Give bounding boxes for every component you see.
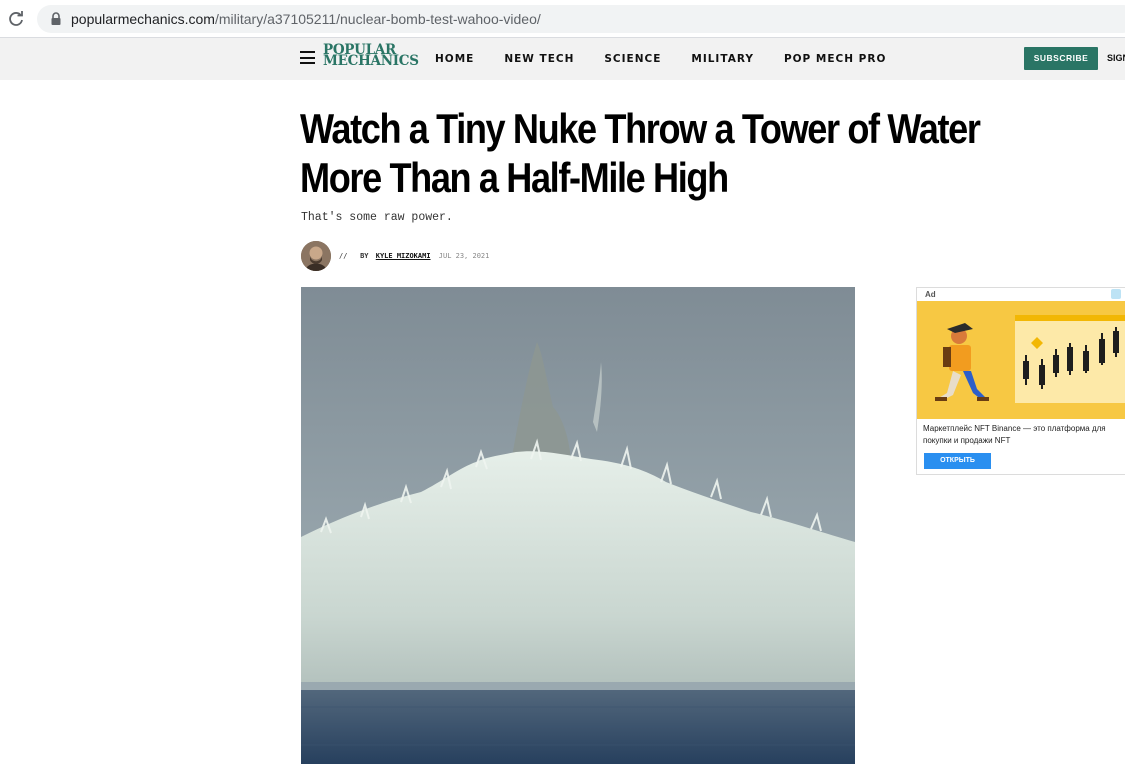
nav-pop-mech-pro[interactable]: POP MECH PRO: [784, 53, 886, 65]
byline: // BY KYLE MIZOKAMI JUL 23, 2021: [339, 252, 489, 260]
omnibox[interactable]: popularmechanics.com/military/a37105211/…: [37, 5, 1125, 33]
site-header: POPULAR MECHANICS HOME NEW TECH SCIENCE …: [0, 38, 1125, 80]
author-avatar[interactable]: [301, 241, 331, 271]
sign-in-link[interactable]: SIGN: [1107, 53, 1125, 63]
ad-banner[interactable]: Ad Маркетплейс NFT Binance — это платфор…: [916, 287, 1125, 475]
nav-home[interactable]: HOME: [435, 53, 474, 65]
author-link[interactable]: KYLE MIZOKAMI: [376, 252, 431, 260]
main-nav: HOME NEW TECH SCIENCE MILITARY POP MECH …: [435, 53, 916, 65]
logo-line-2: MECHANICS: [323, 53, 419, 69]
browser-address-bar: popularmechanics.com/military/a37105211/…: [0, 0, 1125, 38]
url-host: popularmechanics.com: [71, 11, 215, 27]
site-logo[interactable]: POPULAR MECHANICS: [323, 43, 419, 69]
nav-military[interactable]: MILITARY: [691, 53, 754, 65]
ad-choices-icon[interactable]: [1111, 289, 1121, 299]
byline-by: BY: [360, 252, 369, 260]
publish-date: JUL 23, 2021: [438, 252, 490, 260]
url-text[interactable]: popularmechanics.com/military/a37105211/…: [71, 11, 541, 27]
article-dek: That's some raw power.: [301, 211, 453, 224]
nav-science[interactable]: SCIENCE: [604, 53, 661, 65]
subscribe-button[interactable]: SUBSCRIBE: [1024, 47, 1098, 70]
hero-image[interactable]: [301, 287, 855, 764]
lock-icon[interactable]: [50, 12, 62, 26]
ad-illustration: [917, 301, 1125, 419]
reload-icon[interactable]: [6, 9, 26, 29]
hamburger-icon[interactable]: [300, 51, 315, 64]
byline-prefix: //: [339, 252, 348, 260]
ad-text: Маркетплейс NFT Binance — это платформа …: [923, 424, 1106, 445]
ad-open-button[interactable]: ОТКРЫТЬ: [924, 453, 991, 469]
article-headline: Watch a Tiny Nuke Throw a Tower of Water…: [300, 105, 981, 201]
ad-label: Ad: [925, 290, 936, 299]
nav-new-tech[interactable]: NEW TECH: [504, 53, 574, 65]
url-path: /military/a37105211/nuclear-bomb-test-wa…: [214, 11, 541, 27]
